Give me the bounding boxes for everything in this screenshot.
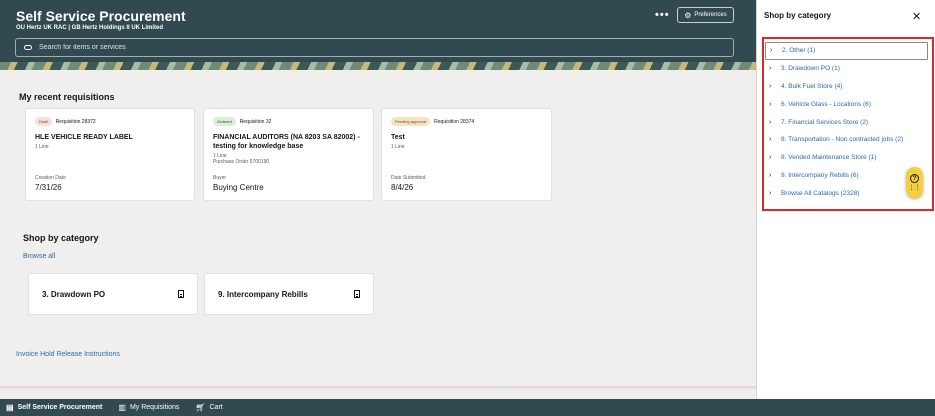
nav-self-service-procurement[interactable]: ▤ Self Service Procurement	[6, 399, 102, 416]
chevron-right-icon: ›	[769, 100, 772, 108]
line-count: 1 Line	[35, 144, 49, 150]
foot-value: Buying Centre	[213, 183, 264, 192]
search-input[interactable]	[39, 44, 639, 51]
category-link[interactable]: 9. Intercompany Rebills (6)	[781, 172, 859, 179]
category-item[interactable]: › 3. Drawdown PO (1)	[765, 60, 928, 78]
category-link[interactable]: 8. Transportation - Non contracted jobs …	[781, 136, 903, 143]
browse-all-link[interactable]: Browse all	[23, 253, 55, 260]
chevron-right-icon: ›	[769, 136, 772, 144]
category-item[interactable]: › Browse All Catalogs (2328)	[765, 184, 928, 202]
requisition-number: Requisition 28374	[434, 118, 475, 125]
chevron-right-icon: ›	[770, 47, 773, 55]
category-item[interactable]: › 8. Transportation - Non contracted jobs…	[765, 131, 928, 149]
category-item[interactable]: › 2. Other (1)	[765, 42, 928, 60]
decorative-banner	[0, 62, 756, 70]
category-item[interactable]: › 7. Financial Services Store (2)	[765, 113, 928, 131]
category-item[interactable]: › 8. Vended Maintenance Store (1)	[765, 149, 928, 167]
category-link[interactable]: 3. Drawdown PO (1)	[781, 65, 840, 72]
search-icon	[24, 45, 32, 50]
help-icon: ?	[910, 174, 919, 183]
document-icon	[354, 290, 360, 298]
purchase-order: Purchase Order 5700190	[213, 159, 270, 165]
gear-icon: ⚙	[684, 10, 692, 20]
status-badge: Pending approval	[391, 117, 431, 126]
bottom-nav: ▤ Self Service Procurement ▥ My Requisit…	[0, 399, 935, 416]
status-badge: Ordered	[213, 117, 236, 126]
app-header: Self Service Procurement OU Hertz UK RAC…	[0, 0, 756, 64]
app-title: Self Service Procurement	[16, 8, 186, 24]
foot-value: 7/31/26	[35, 183, 62, 192]
nav-label: Cart	[209, 404, 223, 411]
document-icon	[178, 290, 184, 298]
requisition-title: Test	[391, 134, 405, 141]
category-item[interactable]: › 6. Vehicle Glass - Locations (6)	[765, 95, 928, 113]
panel-title: Shop by category	[764, 11, 832, 20]
chevron-right-icon: ›	[769, 118, 772, 126]
book-icon: ▥	[118, 403, 126, 412]
search-bar[interactable]	[15, 38, 734, 57]
chevron-right-icon: ›	[769, 154, 772, 162]
category-link[interactable]: 6. Vehicle Glass - Locations (6)	[781, 101, 871, 108]
more-actions-button[interactable]: •••	[655, 9, 670, 21]
cart-icon: 🛒︎	[195, 403, 206, 412]
store-icon: ▤	[6, 403, 14, 412]
requisition-title: FINANCIAL AUDITORS (NA 8203 SA 82002) - …	[213, 134, 360, 150]
category-card[interactable]: 3. Drawdown PO	[28, 273, 198, 315]
chevron-right-icon: ›	[769, 82, 772, 90]
grid-dots-icon: ⋮⋮	[908, 185, 921, 191]
category-card[interactable]: 9. Intercompany Rebills	[204, 273, 374, 315]
category-list: › 2. Other (1) › 3. Drawdown PO (1) › 4. Bu…	[765, 42, 928, 202]
status-badge: Draft	[35, 117, 52, 126]
chevron-right-icon: ›	[769, 171, 772, 179]
category-label: 9. Intercompany Rebills	[218, 289, 308, 299]
foot-label: Date Submitted	[391, 175, 426, 181]
category-item[interactable]: › 9. Intercompany Rebills (6)	[765, 167, 928, 185]
shop-by-category-title: Shop by category	[23, 233, 99, 243]
category-link[interactable]: 4. Bulk Fuel Store (4)	[781, 83, 842, 90]
category-link[interactable]: 2. Other (1)	[782, 47, 815, 54]
help-assistant-button[interactable]: ? ⋮⋮	[906, 167, 923, 198]
category-item[interactable]: › 4. Bulk Fuel Store (4)	[765, 78, 928, 96]
nav-cart[interactable]: 🛒︎ Cart	[195, 399, 222, 416]
foot-value: 8/4/26	[391, 183, 414, 192]
requisition-number: Requisition 28372	[55, 118, 96, 125]
business-unit-subtitle: OU Hertz UK RAC | GB Hertz Holdings II U…	[16, 25, 164, 31]
line-count: 1 Line	[391, 144, 405, 150]
nav-label: My Requisitions	[129, 404, 180, 411]
category-link[interactable]: Browse All Catalogs (2328)	[781, 190, 859, 197]
category-link[interactable]: 8. Vended Maintenance Store (1)	[781, 154, 876, 161]
nav-my-requisitions[interactable]: ▥ My Requisitions	[118, 399, 179, 416]
foot-label: Buyer	[213, 175, 227, 181]
requisition-title: HLE VEHICLE READY LABEL	[35, 134, 133, 141]
category-link[interactable]: 7. Financial Services Store (2)	[781, 119, 868, 126]
close-icon[interactable]: ✕	[912, 10, 921, 23]
recent-requisitions-title: My recent requisitions	[19, 92, 115, 102]
chevron-right-icon: ›	[769, 189, 772, 197]
requisition-card[interactable]: Pending approval Requisition 28374 Test …	[381, 108, 552, 201]
requisition-card[interactable]: Draft Requisition 28372 HLE VEHICLE READ…	[25, 108, 195, 201]
chevron-right-icon: ›	[769, 65, 772, 73]
preferences-label: Preferences	[694, 12, 727, 18]
content-divider	[0, 386, 756, 390]
nav-label: Self Service Procurement	[17, 404, 103, 411]
requisition-card[interactable]: Ordered Requisition 32 FINANCIAL AUDITOR…	[203, 108, 374, 201]
invoice-hold-link[interactable]: Invoice Hold Release Instructions	[16, 351, 120, 358]
preferences-button[interactable]: ⚙ Preferences	[677, 7, 734, 23]
shop-by-category-panel: Shop by category ✕ › 2. Other (1) › 3. Dra…	[756, 0, 935, 399]
category-label: 3. Drawdown PO	[42, 289, 106, 299]
requisition-number: Requisition 32	[239, 118, 272, 125]
foot-label: Creation Date	[35, 175, 66, 181]
